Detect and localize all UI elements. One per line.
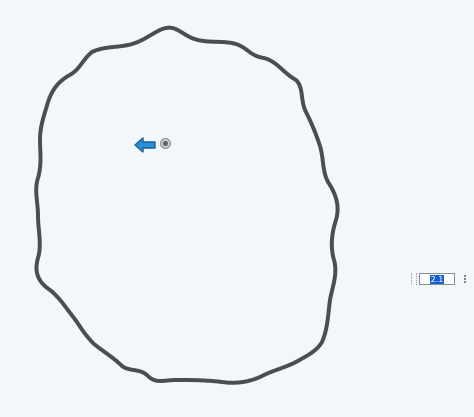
drawing-canvas[interactable] <box>0 0 474 413</box>
more-vertical-icon[interactable] <box>461 273 469 285</box>
value-input-text: 2.1 <box>429 274 445 284</box>
freehand-loop-drawing <box>34 25 340 385</box>
value-input[interactable]: 2.1 <box>419 273 455 285</box>
arrow-left-icon[interactable] <box>133 136 157 154</box>
drag-handle-icon[interactable] <box>411 273 417 285</box>
freehand-stroke[interactable] <box>34 25 340 385</box>
target-dot <box>163 141 168 146</box>
target-icon[interactable] <box>160 138 171 149</box>
value-widget: 2.1 <box>411 272 469 286</box>
